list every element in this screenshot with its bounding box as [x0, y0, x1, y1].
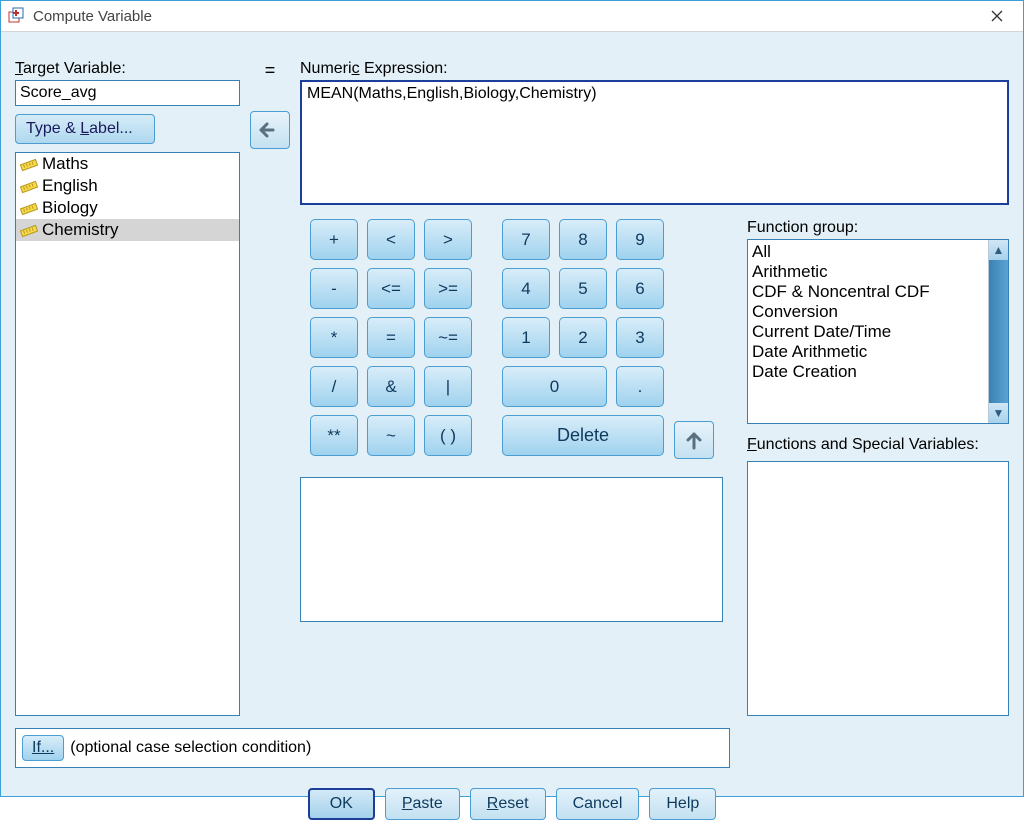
function-group-item[interactable]: Conversion	[750, 302, 986, 322]
function-group-item[interactable]: All	[750, 242, 986, 262]
key-[interactable]: +	[310, 219, 358, 260]
ok-button[interactable]: OK	[308, 788, 375, 820]
key-delete[interactable]: Delete	[502, 415, 664, 456]
equals-sign: =	[240, 60, 300, 93]
key-2[interactable]: 2	[559, 317, 607, 358]
window-title: Compute Variable	[33, 8, 975, 25]
description-box	[300, 477, 723, 622]
variable-item[interactable]: English	[16, 175, 239, 197]
keypad: +<>789 -<=>= 456 *=~= 123 /&| 0. **~( ) Delete	[310, 219, 664, 456]
paste-button[interactable]: Paste	[385, 788, 460, 820]
key-4[interactable]: 4	[502, 268, 550, 309]
functions-special-label: Functions and Special Variables:	[747, 436, 1009, 454]
key-[interactable]: =	[367, 317, 415, 358]
function-group-item[interactable]: Date Arithmetic	[750, 342, 986, 362]
variable-list[interactable]: MathsEnglishBiologyChemistry	[15, 152, 240, 716]
key-7[interactable]: 7	[502, 219, 550, 260]
key-[interactable]: ( )	[424, 415, 472, 456]
function-group-item[interactable]: Date Creation	[750, 362, 986, 382]
dialog-content: Target Variable: Type & Label... MathsEn…	[1, 32, 1023, 832]
function-group-item[interactable]: Arithmetic	[750, 262, 986, 282]
move-to-expression-button[interactable]	[250, 111, 290, 149]
variable-item[interactable]: Biology	[16, 197, 239, 219]
footer-buttons: OK Paste Reset Cancel Help	[15, 788, 1009, 820]
key-1[interactable]: 1	[502, 317, 550, 358]
key-9[interactable]: 9	[616, 219, 664, 260]
if-condition-row: If... (optional case selection condition…	[15, 728, 730, 768]
key-0[interactable]: 0	[502, 366, 607, 407]
functions-special-list[interactable]	[747, 461, 1009, 716]
numeric-expression-input[interactable]: MEAN(Maths,English,Biology,Chemistry)	[300, 80, 1009, 205]
key-6[interactable]: 6	[616, 268, 664, 309]
if-button[interactable]: If...	[22, 735, 64, 761]
titlebar: Compute Variable	[1, 1, 1023, 32]
key-[interactable]: <=	[367, 268, 415, 309]
key-[interactable]: ~=	[424, 317, 472, 358]
key-[interactable]: **	[310, 415, 358, 456]
key-[interactable]: >=	[424, 268, 472, 309]
key-5[interactable]: 5	[559, 268, 607, 309]
scroll-up-button[interactable]: ▲	[989, 240, 1008, 260]
key-[interactable]: .	[616, 366, 664, 407]
key-[interactable]: -	[310, 268, 358, 309]
function-group-item[interactable]: Current Date/Time	[750, 322, 986, 342]
variable-item[interactable]: Chemistry	[16, 219, 239, 241]
numeric-expression-label: Numeric Expression:	[300, 60, 1009, 78]
key-[interactable]: ~	[367, 415, 415, 456]
if-condition-text: (optional case selection condition)	[70, 739, 311, 757]
key-[interactable]: |	[424, 366, 472, 407]
target-variable-input[interactable]	[15, 80, 240, 106]
cancel-button[interactable]: Cancel	[556, 788, 640, 820]
close-button[interactable]	[975, 1, 1019, 31]
function-group-list[interactable]: AllArithmeticCDF & Noncentral CDFConvers…	[747, 239, 1009, 424]
function-group-item[interactable]: CDF & Noncentral CDF	[750, 282, 986, 302]
key-[interactable]: /	[310, 366, 358, 407]
key-[interactable]: *	[310, 317, 358, 358]
key-8[interactable]: 8	[559, 219, 607, 260]
key-[interactable]: <	[367, 219, 415, 260]
key-[interactable]: &	[367, 366, 415, 407]
scroll-down-button[interactable]: ▼	[989, 403, 1008, 423]
insert-function-button[interactable]	[674, 421, 714, 459]
scrollbar[interactable]: ▲ ▼	[988, 240, 1008, 423]
help-button[interactable]: Help	[649, 788, 716, 820]
compute-variable-dialog: Compute Variable Target Variable: Type &…	[0, 0, 1024, 797]
variable-item[interactable]: Maths	[16, 153, 239, 175]
reset-button[interactable]: Reset	[470, 788, 546, 820]
function-group-label: Function group:	[747, 219, 1009, 237]
type-label-button[interactable]: Type & Label...	[15, 114, 155, 144]
key-3[interactable]: 3	[616, 317, 664, 358]
target-variable-label: Target Variable:	[15, 60, 240, 78]
app-icon	[7, 6, 27, 26]
key-[interactable]: >	[424, 219, 472, 260]
